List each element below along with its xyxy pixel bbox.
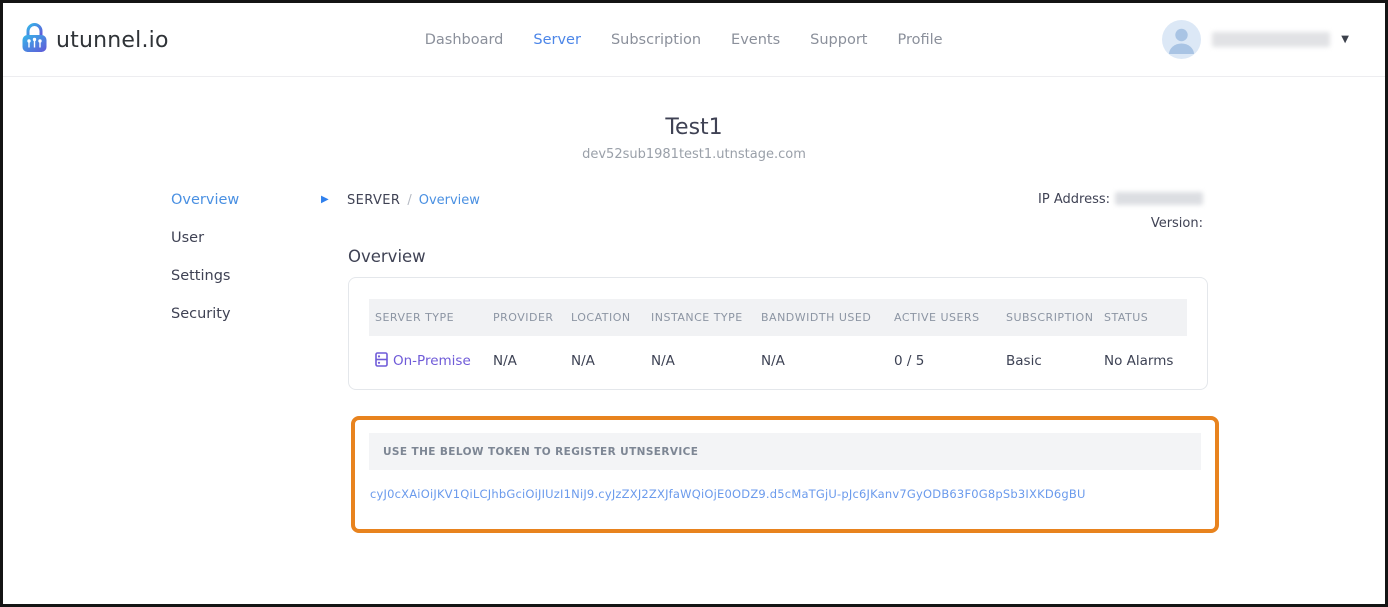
token-instruction: USE THE BELOW TOKEN TO REGISTER UTNSERVI… [383, 446, 698, 458]
col-status: STATUS [1104, 311, 1187, 324]
main-nav: Dashboard Server Subscription Events Sup… [425, 3, 943, 77]
sidebar-item-settings[interactable]: Settings [171, 268, 239, 284]
cell-server-type: On-Premise [375, 352, 493, 371]
sidebar-item-overview[interactable]: Overview [171, 192, 239, 208]
nav-subscription[interactable]: Subscription [611, 32, 701, 48]
token-instruction-band: USE THE BELOW TOKEN TO REGISTER UTNSERVI… [369, 433, 1201, 470]
sidebar-item-user[interactable]: User [171, 230, 239, 246]
breadcrumb-separator: / [407, 193, 411, 208]
user-avatar-icon [1162, 20, 1201, 59]
cell-status: No Alarms [1104, 353, 1187, 369]
padlock-icon [20, 23, 49, 58]
redacted-ip-address [1115, 192, 1203, 205]
col-bandwidth-used: BANDWIDTH USED [761, 311, 894, 324]
cell-bandwidth-used: N/A [761, 353, 894, 369]
col-subscription: SUBSCRIPTION [1006, 311, 1104, 324]
brand-name: utunnel.io [56, 28, 169, 53]
ip-address-line: IP Address: [1038, 192, 1203, 207]
sidebar-item-security[interactable]: Security [171, 306, 239, 322]
breadcrumb-overview[interactable]: Overview [419, 193, 480, 208]
cell-instance-type: N/A [651, 353, 761, 369]
server-rack-icon [375, 352, 388, 371]
page-title: Test1 [3, 115, 1385, 140]
registration-token: cyJ0cXAiOiJKV1QiLCJhbGciOiJIUzI1NiJ9.cyJ… [370, 487, 1201, 501]
redacted-username [1212, 32, 1330, 47]
breadcrumb: SERVER / Overview [347, 193, 480, 208]
sidebar-nav: Overview User Settings Security [171, 192, 239, 344]
cell-active-users: 0 / 5 [894, 353, 1006, 369]
overview-heading: Overview [348, 247, 426, 266]
version-label: Version: [1038, 216, 1203, 231]
nav-events[interactable]: Events [731, 32, 780, 48]
nav-dashboard[interactable]: Dashboard [425, 32, 504, 48]
col-active-users: ACTIVE USERS [894, 311, 1006, 324]
cell-provider: N/A [493, 353, 571, 369]
nav-server[interactable]: Server [533, 32, 581, 48]
ip-address-label: IP Address: [1038, 192, 1110, 207]
page-headline: Test1 dev52sub1981test1.utnstage.com [3, 115, 1385, 162]
col-server-type: SERVER TYPE [375, 311, 493, 324]
col-provider: PROVIDER [493, 311, 571, 324]
cell-location: N/A [571, 353, 651, 369]
breadcrumb-arrow-icon: ▶ [321, 194, 329, 205]
col-instance-type: INSTANCE TYPE [651, 311, 761, 324]
col-location: LOCATION [571, 311, 651, 324]
table-row: On-Premise N/A N/A N/A N/A 0 / 5 Basic N… [369, 336, 1187, 386]
caret-down-icon: ▼ [1341, 34, 1349, 45]
user-menu[interactable]: ▼ [1162, 20, 1349, 59]
server-type-value: On-Premise [393, 353, 471, 369]
app-window: utunnel.io Dashboard Server Subscription… [0, 0, 1388, 607]
server-overview-card: SERVER TYPE PROVIDER LOCATION INSTANCE T… [348, 277, 1208, 390]
table-header-row: SERVER TYPE PROVIDER LOCATION INSTANCE T… [369, 299, 1187, 336]
register-token-highlight-box: USE THE BELOW TOKEN TO REGISTER UTNSERVI… [351, 416, 1219, 533]
top-navbar: utunnel.io Dashboard Server Subscription… [3, 3, 1385, 77]
breadcrumb-server[interactable]: SERVER [347, 193, 400, 208]
server-meta: IP Address: Version: [1038, 192, 1203, 231]
server-hostname: dev52sub1981test1.utnstage.com [3, 147, 1385, 162]
brand-logo[interactable]: utunnel.io [20, 23, 169, 58]
nav-support[interactable]: Support [810, 32, 867, 48]
nav-profile[interactable]: Profile [897, 32, 942, 48]
cell-subscription: Basic [1006, 353, 1104, 369]
